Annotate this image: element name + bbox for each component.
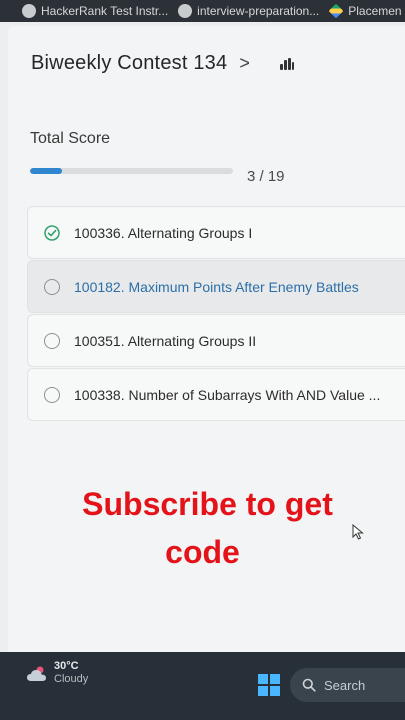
problem-title[interactable]: 100182. Maximum Points After Enemy Battl… <box>74 279 359 295</box>
tab-placement[interactable]: Placemen <box>328 3 402 19</box>
chevron-right-icon[interactable]: > <box>239 53 250 74</box>
taskbar-search[interactable]: Search <box>290 668 405 702</box>
mouse-pointer-icon <box>352 524 364 540</box>
browser-tab-strip: HackerRank Test Instr... interview-prepa… <box>0 0 405 22</box>
problem-row[interactable]: 100336. Alternating Groups I <box>27 206 405 259</box>
score-progress-fill <box>30 168 63 174</box>
contest-title[interactable]: Biweekly Contest 134 <box>31 52 227 75</box>
problem-row[interactable]: 100338. Number of Subarrays With AND Val… <box>27 368 405 421</box>
overlay-line-2: code <box>165 534 240 570</box>
google-drive-icon <box>328 3 344 19</box>
total-score-label: Total Score <box>30 130 111 147</box>
tab-hackerrank[interactable]: HackerRank Test Instr... <box>22 4 168 18</box>
windows-start-icon[interactable] <box>258 674 280 696</box>
tab-label: Placemen <box>348 4 402 18</box>
unsolved-circle-icon <box>44 332 60 349</box>
tab-interview-preparation[interactable]: interview-preparation... <box>178 4 319 18</box>
problem-row[interactable]: 100182. Maximum Points After Enemy Battl… <box>27 260 405 313</box>
search-icon <box>302 678 316 692</box>
unsolved-circle-icon <box>44 386 60 403</box>
problem-list: 100336. Alternating Groups I 100182. Max… <box>27 206 405 422</box>
problem-title[interactable]: 100351. Alternating Groups II <box>74 333 256 349</box>
weather-widget[interactable]: 30°C Cloudy <box>26 660 88 686</box>
tab-label: interview-preparation... <box>197 4 320 18</box>
score-progress-count: 3 / 19 <box>247 168 285 185</box>
rankings-bar-chart-icon[interactable] <box>279 57 294 70</box>
taskbar: 30°C Cloudy Search <box>0 652 405 720</box>
tab-label: HackerRank Test Instr... <box>41 4 169 18</box>
solved-check-icon <box>44 224 60 241</box>
overlay-line-1: Subscribe to get <box>82 486 333 522</box>
cloudy-weather-icon <box>27 666 46 681</box>
contest-header[interactable]: Biweekly Contest 134 > <box>31 52 294 75</box>
github-icon <box>178 4 193 18</box>
problem-row[interactable]: 100351. Alternating Groups II <box>27 314 405 367</box>
weather-condition: Cloudy <box>54 673 89 685</box>
subscribe-overlay-text: Subscribe to get code <box>0 480 405 576</box>
unsolved-circle-icon <box>44 278 60 295</box>
problem-title[interactable]: 100338. Number of Subarrays With AND Val… <box>74 387 380 403</box>
problem-title[interactable]: 100336. Alternating Groups I <box>74 225 252 241</box>
score-progress-bar <box>30 168 233 174</box>
weather-temperature: 30°C <box>54 660 79 672</box>
hackerrank-icon <box>22 4 36 18</box>
search-label: Search <box>324 677 366 693</box>
